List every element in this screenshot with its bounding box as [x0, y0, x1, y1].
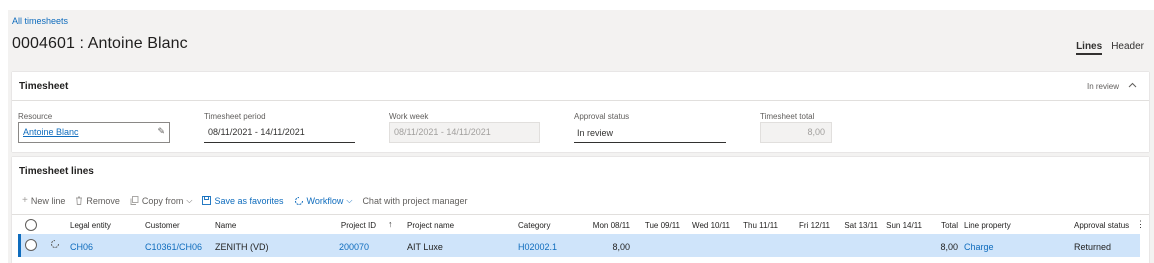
cell-legal-entity[interactable]: CH06 [70, 242, 93, 252]
cell-total: 8,00 [940, 242, 958, 252]
workflow-label: Workflow [306, 195, 344, 206]
new-line-label: New line [30, 195, 66, 206]
column-header-sun[interactable]: Sun 14/11 [874, 221, 922, 230]
column-header-sat[interactable]: Sat 13/11 [830, 221, 878, 230]
lines-toolbar: + New line Remove Copy from ⌵ Save as fa… [22, 195, 478, 206]
resource-field[interactable]: Antoine Blanc ✎ [18, 122, 170, 143]
cell-approval-status: Returned [1074, 242, 1112, 252]
copy-icon [130, 196, 139, 205]
column-header-mon[interactable]: Mon 08/11 [582, 221, 630, 230]
workflow-button[interactable]: Workflow ⌵ [294, 195, 353, 206]
column-header-approval-status[interactable]: Approval status [1074, 221, 1129, 230]
column-header-project-name[interactable]: Project name [407, 221, 454, 230]
sort-arrow-up-icon[interactable]: ↑ [388, 219, 393, 229]
timesheet-total-value: 8,00 [807, 127, 825, 137]
view-tabs: Lines Header [1076, 41, 1144, 55]
remove-label: Remove [86, 195, 120, 206]
trash-icon [75, 196, 83, 205]
divider [12, 100, 1149, 101]
divider [12, 214, 1149, 215]
cell-line-property[interactable]: Charge [964, 242, 994, 252]
chat-label: Chat with project manager [362, 195, 468, 206]
approval-status-value: In review [577, 128, 614, 138]
cell-name: ZENITH (VD) [215, 242, 269, 252]
column-header-category[interactable]: Category [518, 221, 550, 230]
approval-status-field[interactable]: In review [574, 122, 726, 143]
column-header-name[interactable]: Name [215, 221, 236, 230]
column-header-project-id[interactable]: Project ID [330, 221, 376, 230]
cell-customer[interactable]: C10361/CH06 [145, 242, 202, 252]
chevron-down-icon: ⌵ [346, 195, 353, 205]
column-header-line-property[interactable]: Line property [964, 221, 1011, 230]
copy-from-button[interactable]: Copy from ⌵ [130, 195, 193, 206]
column-header-legal-entity[interactable]: Legal entity [70, 221, 111, 230]
column-header-wed[interactable]: Wed 10/11 [682, 221, 730, 230]
pencil-icon[interactable]: ✎ [157, 126, 165, 137]
tab-header[interactable]: Header [1111, 41, 1144, 55]
row-select-radio[interactable] [25, 239, 37, 251]
refresh-icon[interactable] [50, 239, 60, 252]
breadcrumb[interactable]: All timesheets [12, 16, 68, 26]
select-all-radio[interactable] [25, 219, 37, 231]
tab-lines[interactable]: Lines [1076, 41, 1103, 55]
work-week-label: Work week [389, 112, 429, 121]
timesheet-total-field: 8,00 [760, 122, 832, 143]
cell-mon-hours[interactable]: 8,00 [582, 242, 630, 252]
cell-category[interactable]: H02002.1 [518, 242, 557, 252]
chat-with-project-manager-button[interactable]: Chat with project manager [362, 196, 467, 206]
period-field[interactable]: 08/11/2021 - 14/11/2021 [204, 122, 355, 143]
resource-link[interactable]: Antoine Blanc [23, 127, 79, 137]
save-as-favorites-button[interactable]: Save as favorites [202, 195, 284, 206]
new-line-button[interactable]: + New line [22, 195, 65, 206]
approval-status-label: Approval status [574, 112, 630, 121]
timesheet-section: Timesheet In review Resource Antoine Bla… [12, 72, 1149, 152]
page-title: 0004601 : Antoine Blanc [12, 35, 188, 52]
column-header-total[interactable]: Total [922, 221, 958, 230]
period-label: Timesheet period [204, 112, 266, 121]
cell-project-name: AIT Luxe [407, 242, 443, 252]
chevron-down-icon: ⌵ [186, 195, 193, 205]
timesheet-lines-section: Timesheet lines + New line Remove Copy f… [12, 157, 1149, 263]
resource-label: Resource [18, 112, 53, 121]
copy-from-label: Copy from [141, 195, 184, 206]
period-value: 08/11/2021 - 14/11/2021 [208, 127, 305, 137]
timesheet-section-title[interactable]: Timesheet [19, 81, 68, 92]
work-week-value: 08/11/2021 - 14/11/2021 [394, 127, 491, 137]
column-header-customer[interactable]: Customer [145, 221, 180, 230]
plus-icon: + [22, 195, 28, 206]
section-status-summary: In review [1086, 82, 1119, 91]
timesheet-lines-title[interactable]: Timesheet lines [19, 166, 94, 177]
save-icon [202, 196, 212, 205]
timesheet-total-label: Timesheet total [760, 112, 815, 121]
cell-project-id[interactable]: 200070 [339, 242, 369, 252]
column-header-tue[interactable]: Tue 09/11 [632, 221, 680, 230]
workflow-icon [294, 196, 304, 206]
chevron-up-icon[interactable] [1128, 80, 1137, 90]
column-header-thu[interactable]: Thu 11/11 [730, 221, 778, 230]
save-as-favorites-label: Save as favorites [214, 195, 284, 206]
more-vertical-icon[interactable]: ⋮ [1136, 219, 1145, 230]
column-header-fri[interactable]: Fri 12/11 [782, 221, 830, 230]
remove-button[interactable]: Remove [75, 196, 120, 206]
work-week-field: 08/11/2021 - 14/11/2021 [389, 122, 540, 143]
